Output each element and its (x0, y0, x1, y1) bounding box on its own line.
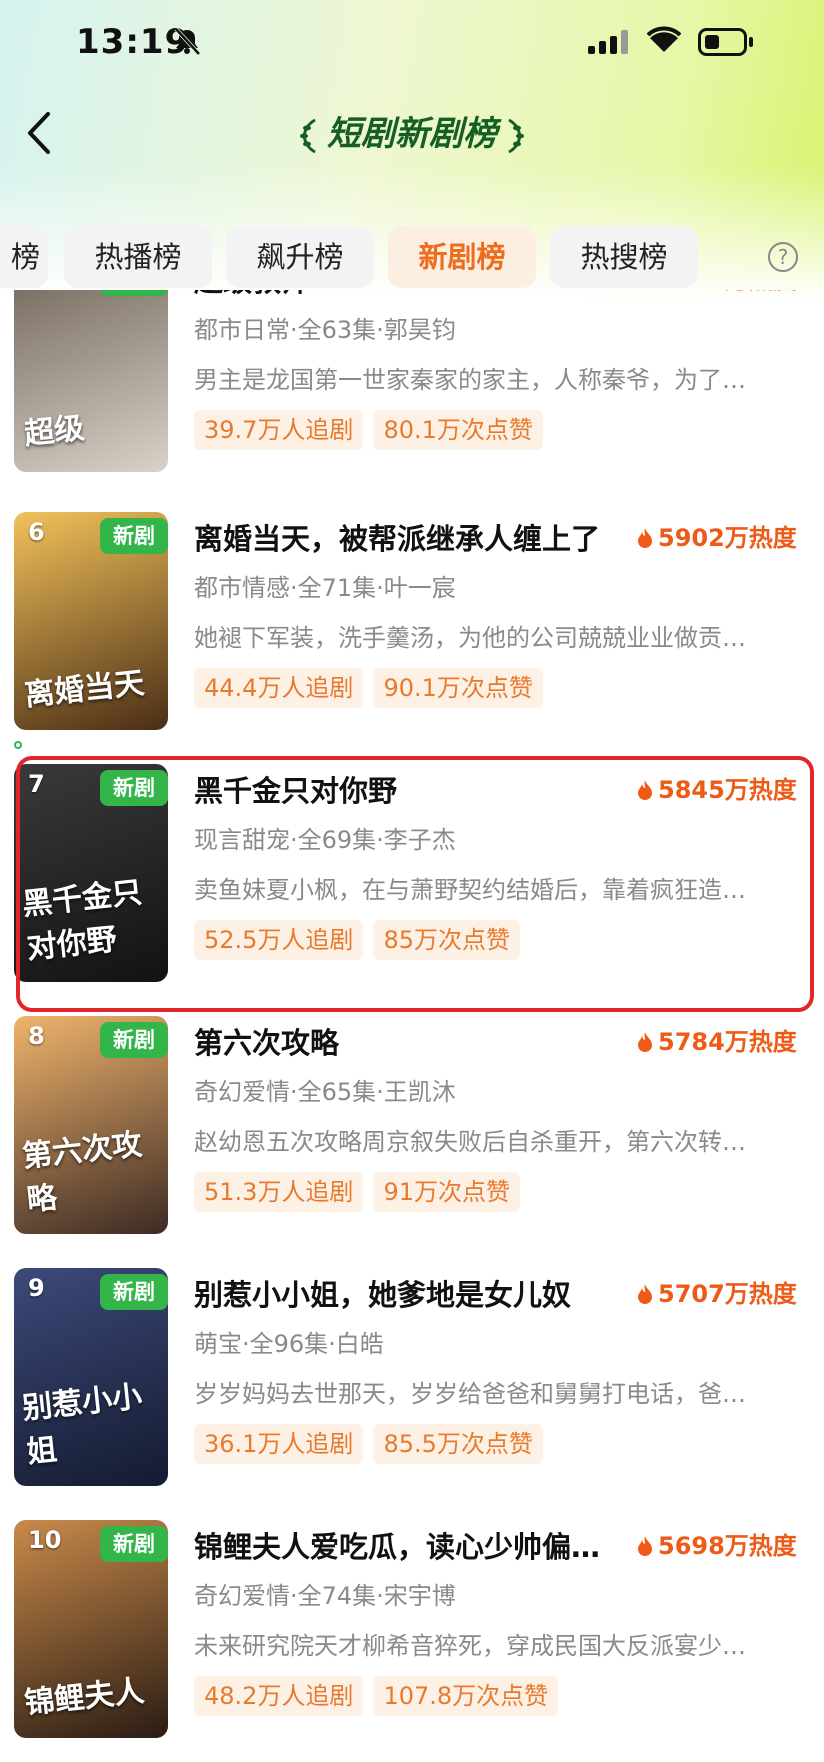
heat-value: 6036万热度 (636, 290, 797, 295)
new-badge: 新剧 (100, 290, 168, 296)
tab-partial[interactable]: 榜 (0, 226, 48, 288)
likes-tag: 91万次点赞 (373, 1172, 520, 1212)
rank-number: 6 (28, 518, 45, 546)
laurel-right-icon (508, 118, 524, 153)
help-icon[interactable]: ? (768, 242, 798, 272)
stat-tags: 44.4万人追剧 90.1万次点赞 (194, 668, 553, 708)
drama-meta: 都市日常·全63集·郭昊钧 (194, 316, 456, 344)
new-badge: 新剧 (100, 518, 168, 554)
tab-rising[interactable]: 飙升榜 (226, 226, 374, 288)
drama-title[interactable]: 第六次攻略 (194, 1020, 626, 1062)
drama-description: 男主是龙国第一世家秦家的家主，人称秦爷，为了… (194, 366, 746, 394)
likes-tag: 80.1万次点赞 (373, 410, 543, 450)
drama-description: 未来研究院天才柳希音猝死，穿成民国大反派宴少… (194, 1632, 746, 1660)
heat-value: 5902万热度 (636, 518, 797, 553)
wifi-icon (646, 26, 682, 52)
fire-icon (638, 1284, 652, 1304)
rank-number: 10 (28, 1526, 62, 1554)
drama-meta: 奇幻爱情·全65集·王凯沐 (194, 1078, 456, 1106)
poster-image[interactable]: 离婚当天 6 新剧 (14, 512, 168, 730)
followers-tag: 48.2万人追剧 (194, 1676, 364, 1716)
poster-caption: 第六次攻略 (20, 1127, 144, 1219)
stat-tags: 51.3万人追剧 91万次点赞 (194, 1172, 530, 1212)
heat-text: 5707万热度 (658, 1280, 797, 1308)
list-item[interactable]: 超级5新剧 超级教师 6036万热度都市日常·全63集·郭昊钧男主是龙国第一世家秦家… (0, 290, 824, 474)
poster-caption: 超级 (22, 410, 87, 453)
bell-muted-icon (174, 27, 201, 56)
drama-title[interactable]: 离婚当天，被帮派继承人缠上了 (194, 516, 626, 558)
likes-tag: 85.5万次点赞 (373, 1424, 543, 1464)
drama-description: 她褪下军装，洗手羹汤，为他的公司兢兢业业做贡… (194, 624, 746, 652)
poster-image[interactable]: 别惹小小姐 9 新剧 (14, 1268, 168, 1486)
likes-tag: 90.1万次点赞 (373, 668, 543, 708)
list-item[interactable]: 锦鲤夫人 10 新剧 锦鲤夫人爱吃瓜，读心少帅偏宠她 5698万热度奇幻爱情·全74集·… (0, 1520, 824, 1740)
poster-image[interactable]: 第六次攻略 8 新剧 (14, 1016, 168, 1234)
fire-icon (638, 1032, 652, 1052)
drama-title[interactable]: 锦鲤夫人爱吃瓜，读心少帅偏宠她 (194, 1524, 626, 1566)
drama-title[interactable]: 别惹小小姐，她爹地是女儿奴 (194, 1272, 626, 1314)
heat-text: 6036万热度 (658, 290, 797, 294)
page-title-text: 短剧新剧榜 (327, 114, 497, 154)
decorative-dot (14, 741, 22, 749)
fire-icon (638, 1536, 652, 1556)
rank-tabs: 榜 热播榜 飙升榜 新剧榜 热搜榜 (0, 226, 824, 290)
drama-meta: 都市情感·全71集·叶一宸 (194, 574, 456, 602)
tab-hot-play[interactable]: 热播榜 (64, 226, 212, 288)
status-bar: 13:19 (0, 0, 824, 86)
battery-icon (698, 28, 753, 56)
drama-title[interactable]: 超级教师 (194, 290, 626, 300)
poster-image[interactable]: 超级5新剧 (14, 290, 168, 472)
stat-tags: 48.2万人追剧 107.8万次点赞 (194, 1676, 568, 1716)
followers-tag: 44.4万人追剧 (194, 668, 364, 708)
cellular-signal-icon (588, 30, 628, 54)
drama-description: 岁岁妈妈去世那天，岁岁给爸爸和舅舅打电话，爸… (194, 1380, 746, 1408)
heat-text: 5784万热度 (658, 1028, 797, 1056)
list-item[interactable]: 第六次攻略 8 新剧 第六次攻略 5784万热度 奇幻爱情·全65集·王凯沐 赵幼恩五次攻略… (0, 1016, 824, 1236)
drama-meta: 萌宝·全96集·白皓 (194, 1330, 384, 1358)
heat-value: 5784万热度 (636, 1022, 797, 1057)
new-badge: 新剧 (100, 1526, 168, 1562)
rank-number: 8 (28, 1022, 45, 1050)
new-badge: 新剧 (100, 1022, 168, 1058)
rank-number: 9 (28, 1274, 45, 1302)
heat-text: 5698万热度 (658, 1532, 797, 1560)
poster-caption: 离婚当天 (22, 665, 146, 714)
heat-value: 5707万热度 (636, 1274, 797, 1309)
stat-tags: 36.1万人追剧 85.5万次点赞 (194, 1424, 553, 1464)
new-badge: 新剧 (100, 1274, 168, 1310)
tab-new-drama[interactable]: 新剧榜 (388, 226, 536, 288)
followers-tag: 36.1万人追剧 (194, 1424, 364, 1464)
drama-description: 赵幼恩五次攻略周京叙失败后自杀重开，第六次转… (194, 1128, 746, 1156)
list-item[interactable]: 别惹小小姐 9 新剧 别惹小小姐，她爹地是女儿奴 5707万热度萌宝·全96集·白皓岁岁… (0, 1268, 824, 1488)
list-item[interactable]: 离婚当天 6 新剧 离婚当天，被帮派继承人缠上了 5902万热度都市情感·全71集·叶一… (0, 512, 824, 732)
laurel-left-icon (300, 118, 316, 153)
stat-tags: 39.7万人追剧 80.1万次点赞 (194, 410, 553, 450)
selection-highlight (16, 756, 814, 1012)
drama-list: 超级5新剧 超级教师 6036万热度都市日常·全63集·郭昊钧男主是龙国第一世家秦家… (0, 290, 824, 1762)
followers-tag: 39.7万人追剧 (194, 410, 364, 450)
poster-caption: 别惹小小姐 (20, 1379, 144, 1471)
fire-icon (636, 290, 654, 291)
poster-caption: 锦鲤夫人 (22, 1673, 146, 1722)
drama-meta: 奇幻爱情·全74集·宋宇博 (194, 1582, 456, 1610)
fire-icon (638, 528, 652, 548)
poster-image[interactable]: 锦鲤夫人 10 新剧 (14, 1520, 168, 1738)
page-title: 短剧新剧榜 (0, 106, 824, 156)
heat-text: 5902万热度 (658, 524, 797, 552)
heat-value: 5698万热度 (636, 1526, 797, 1561)
followers-tag: 51.3万人追剧 (194, 1172, 364, 1212)
likes-tag: 107.8万次点赞 (373, 1676, 559, 1716)
tab-hot-search[interactable]: 热搜榜 (550, 226, 698, 288)
